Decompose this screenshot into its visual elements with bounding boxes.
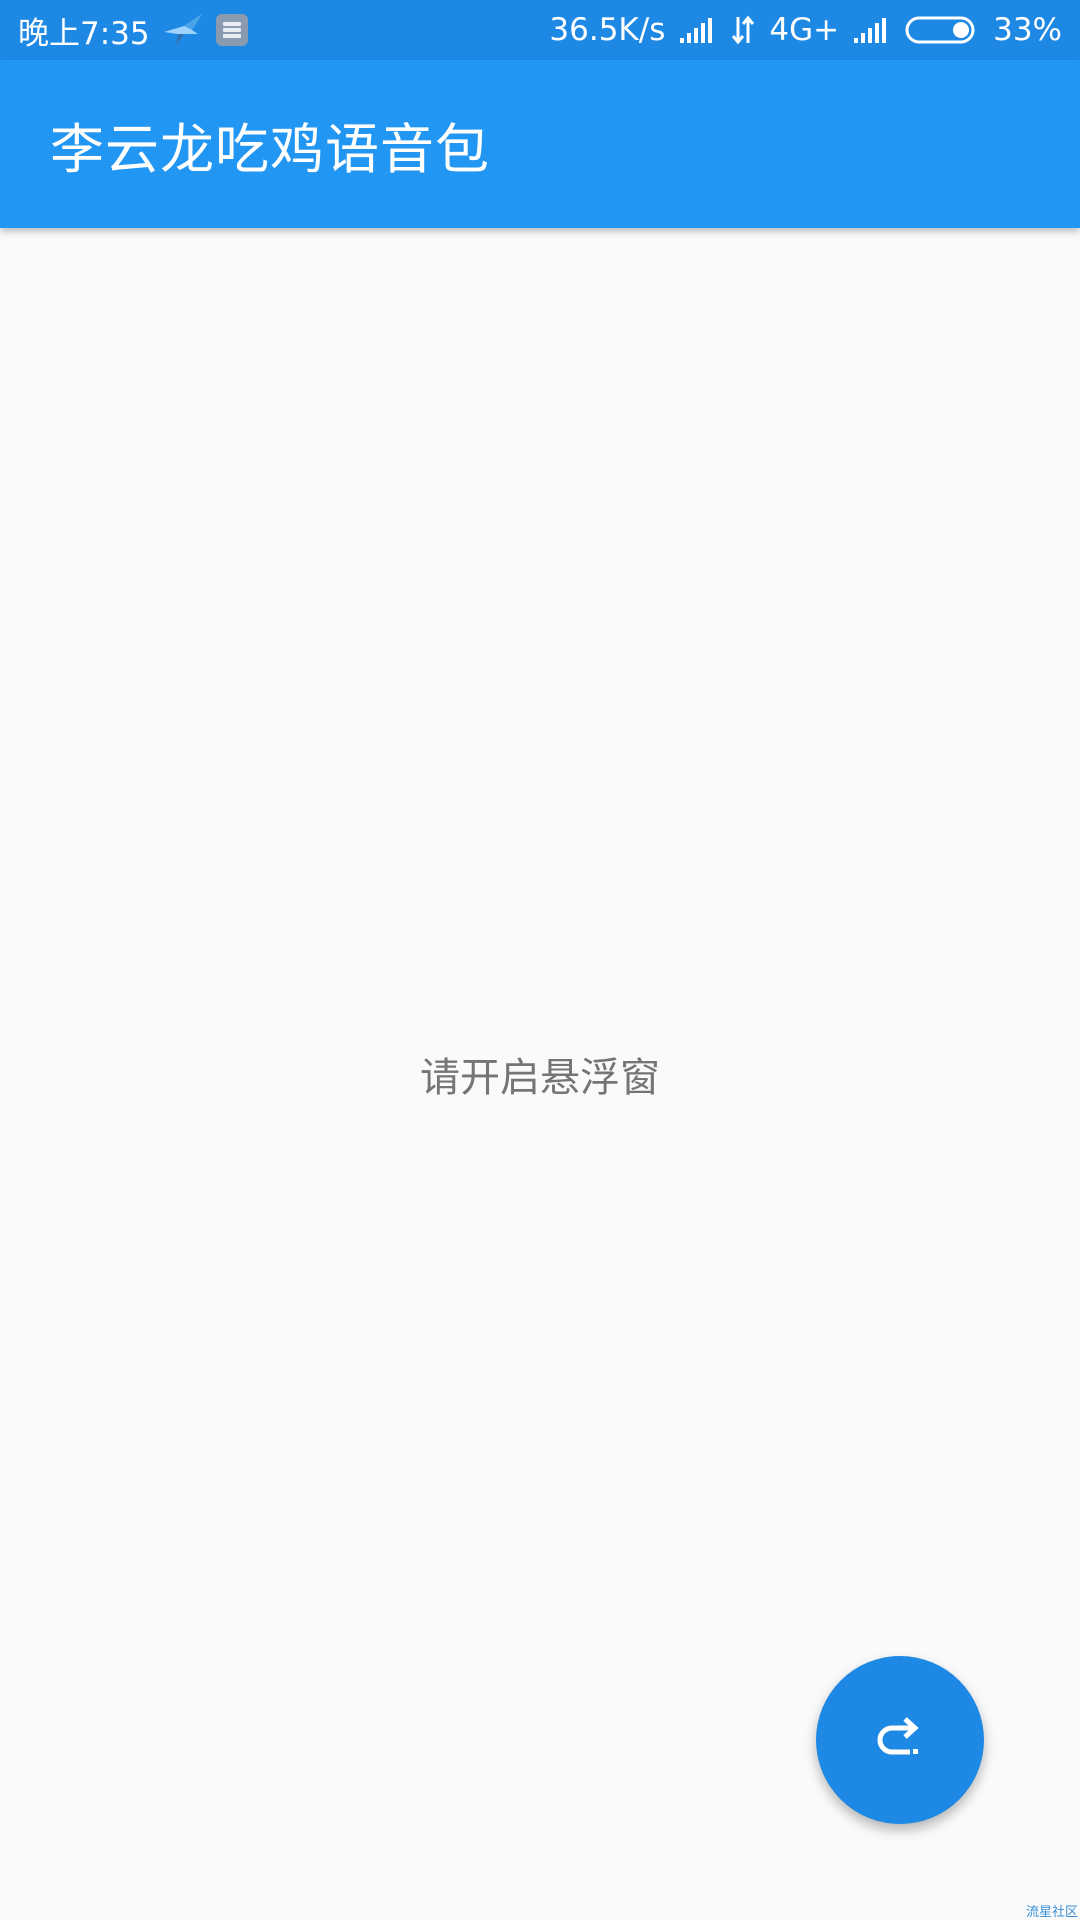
network-type: 4G+ [769,12,840,48]
bird-icon [162,12,204,48]
status-bar: 晚上7:35 36.5K/s 4G+ 33% [0,0,1080,60]
app-title: 李云龙吃鸡语音包 [50,117,490,181]
watermark: 流星社区 [1025,1905,1078,1920]
network-speed: 36.5K/s [549,12,666,48]
status-bar-right: 36.5K/s 4G+ 33% [535,0,1062,60]
notification-icon [215,14,248,46]
status-time: 晚上7:35 [18,15,150,52]
status-bar-left: 晚上7:35 [18,0,260,60]
app-screen: 晚上7:35 36.5K/s 4G+ 33% 李云龙吃鸡语音包 请开启悬浮窗 流… [0,0,1080,1920]
battery-percent: 33% [993,12,1062,48]
data-transfer-icon [731,15,755,45]
redo-fab-button[interactable] [816,1656,984,1824]
signal-icon [679,16,717,44]
app-bar: 李云龙吃鸡语音包 [0,60,1080,228]
redo-icon [870,1708,930,1772]
floating-window-message: 请开启悬浮窗 [420,1055,660,1101]
signal-icon [853,16,891,44]
battery-icon [905,15,979,45]
